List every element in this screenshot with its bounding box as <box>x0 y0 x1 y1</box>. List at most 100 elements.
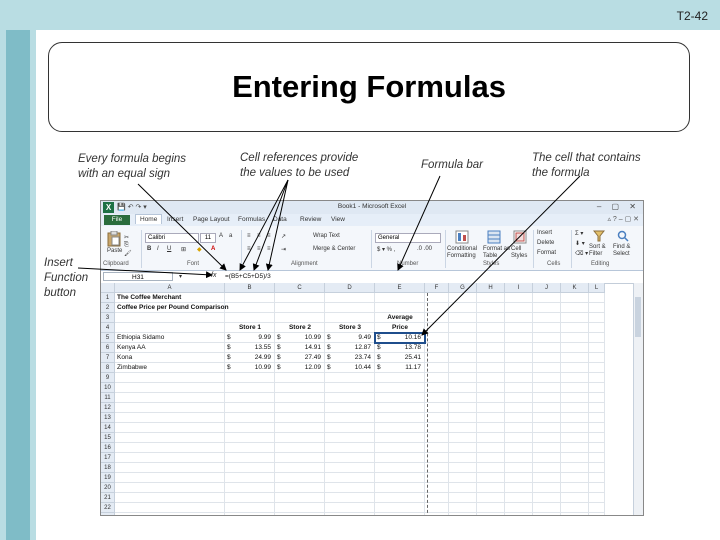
insert-cells-button[interactable]: Insert <box>537 230 552 236</box>
sort-filter-label[interactable]: Sort & Filter <box>589 244 611 258</box>
find-select-icon[interactable] <box>617 230 629 242</box>
italic-button[interactable]: I <box>157 246 159 252</box>
column-header-j[interactable]: J <box>533 283 561 293</box>
column-header-i[interactable]: I <box>505 283 533 293</box>
price-cell-avg[interactable]: 25.41 <box>375 353 421 363</box>
column-header-g[interactable]: G <box>449 283 477 293</box>
shrink-font-icon[interactable]: a <box>229 233 232 239</box>
fill-icon[interactable]: ⬇ ▾ <box>575 240 585 247</box>
format-painter-icon[interactable]: 🖌 <box>124 250 132 257</box>
tab-data[interactable]: Data <box>273 216 287 223</box>
underline-button[interactable]: U <box>167 246 171 252</box>
font-name-select[interactable]: Calibri <box>145 233 199 243</box>
sort-filter-icon[interactable] <box>593 230 605 242</box>
font-color-icon[interactable]: A <box>211 246 215 252</box>
cut-icon[interactable]: ✂ <box>124 234 129 241</box>
top-align-icon[interactable]: ≡ <box>247 233 251 239</box>
align-left-icon[interactable]: ≡ <box>247 246 251 252</box>
row-header-17[interactable]: 17 <box>101 453 115 463</box>
name-box-dropdown-icon[interactable]: ▾ <box>179 273 182 280</box>
column-header-c[interactable]: C <box>275 283 325 293</box>
column-header-d[interactable]: D <box>325 283 375 293</box>
cell-styles-icon[interactable] <box>513 230 527 244</box>
row-header-16[interactable]: 16 <box>101 443 115 453</box>
autosum-icon[interactable]: Σ ▾ <box>575 230 583 237</box>
row-header-19[interactable]: 19 <box>101 473 115 483</box>
row-header-20[interactable]: 20 <box>101 483 115 493</box>
row-header-9[interactable]: 9 <box>101 373 115 383</box>
merge-center-button[interactable]: Merge & Center <box>313 246 355 252</box>
delete-cells-button[interactable]: Delete <box>537 240 554 246</box>
store-1-header[interactable]: Store 1 <box>225 323 275 333</box>
row-header-18[interactable]: 18 <box>101 463 115 473</box>
row-header-22[interactable]: 22 <box>101 503 115 513</box>
column-header-f[interactable]: F <box>425 283 449 293</box>
column-header-k[interactable]: K <box>561 283 589 293</box>
name-box[interactable]: H31 <box>103 272 173 281</box>
coffee-name-cell[interactable]: Zimbabwe <box>117 363 147 373</box>
format-cells-button[interactable]: Format <box>537 250 556 256</box>
sheet-subtitle[interactable]: Coffee Price per Pound Comparison <box>117 303 229 313</box>
price-cell-s3[interactable]: 23.74 <box>325 353 371 363</box>
find-select-label[interactable]: Find & Select <box>613 244 639 258</box>
price-cell-avg[interactable]: 13.78 <box>375 343 421 353</box>
row-header-21[interactable]: 21 <box>101 493 115 503</box>
price-cell-s1[interactable]: 13.55 <box>225 343 271 353</box>
price-cell-s1[interactable]: 10.99 <box>225 363 271 373</box>
column-header-e[interactable]: E <box>375 283 425 293</box>
row-header-11[interactable]: 11 <box>101 393 115 403</box>
number-format-select[interactable]: General <box>375 233 441 243</box>
row-header-23[interactable]: 23 <box>101 513 115 515</box>
grow-font-icon[interactable]: A <box>219 233 223 239</box>
conditional-formatting-label[interactable]: Conditional Formatting <box>447 246 481 260</box>
coffee-name-cell[interactable]: Kenya AA <box>117 343 146 353</box>
window-controls[interactable]: – ▢ ✕ <box>597 202 640 211</box>
row-header-6[interactable]: 6 <box>101 343 115 353</box>
price-cell-s3[interactable]: 9.49 <box>325 333 371 343</box>
price-cell-s3[interactable]: 12.87 <box>325 343 371 353</box>
currency-icon[interactable]: $ ▾ % , <box>377 246 395 253</box>
wrap-text-button[interactable]: Wrap Text <box>313 233 340 239</box>
row-header-14[interactable]: 14 <box>101 423 115 433</box>
indent-icon[interactable]: ⇥ <box>281 246 286 253</box>
insert-function-button[interactable]: fx <box>211 272 216 279</box>
tab-formulas[interactable]: Formulas <box>238 216 265 223</box>
font-size-select[interactable]: 11 <box>200 233 216 243</box>
row-header-12[interactable]: 12 <box>101 403 115 413</box>
scrollbar-thumb[interactable] <box>635 297 641 337</box>
average-header-line1[interactable]: Average <box>375 313 425 323</box>
price-cell-s2[interactable]: 14.91 <box>275 343 321 353</box>
price-cell-s2[interactable]: 10.99 <box>275 333 321 343</box>
align-center-icon[interactable]: ≡ <box>257 246 261 252</box>
column-header-a[interactable]: A <box>115 283 225 293</box>
row-header-2[interactable]: 2 <box>101 303 115 313</box>
active-cell-e5[interactable] <box>374 332 426 344</box>
fill-color-icon[interactable]: ◆ <box>197 246 202 253</box>
tab-view[interactable]: View <box>331 216 345 223</box>
column-header-l[interactable]: L <box>589 283 605 293</box>
orientation-icon[interactable]: ↗ <box>281 233 286 240</box>
select-all-corner[interactable] <box>101 283 115 293</box>
paste-icon[interactable] <box>107 231 121 247</box>
price-cell-s1[interactable]: 24.99 <box>225 353 271 363</box>
bold-button[interactable]: B <box>147 246 151 252</box>
conditional-formatting-icon[interactable] <box>455 230 469 244</box>
tab-file[interactable]: File <box>104 215 130 225</box>
tab-page-layout[interactable]: Page Layout <box>193 216 230 223</box>
cell-styles-label[interactable]: Cell Styles <box>511 246 531 260</box>
format-as-table-icon[interactable] <box>487 230 501 244</box>
middle-align-icon[interactable]: ≡ <box>257 233 261 239</box>
row-header-7[interactable]: 7 <box>101 353 115 363</box>
decimal-icon[interactable]: .0 .00 <box>417 246 432 252</box>
row-header-15[interactable]: 15 <box>101 433 115 443</box>
row-header-5[interactable]: 5 <box>101 333 115 343</box>
price-cell-s1[interactable]: 9.99 <box>225 333 271 343</box>
store-3-header[interactable]: Store 3 <box>325 323 375 333</box>
tab-home[interactable]: Home <box>135 214 163 224</box>
bottom-align-icon[interactable]: ≡ <box>267 233 271 239</box>
column-header-b[interactable]: B <box>225 283 275 293</box>
tab-insert[interactable]: Insert <box>167 216 183 223</box>
column-header-h[interactable]: H <box>477 283 505 293</box>
price-cell-avg[interactable]: 11.17 <box>375 363 421 373</box>
format-as-table-label[interactable]: Format as Table <box>483 246 511 260</box>
